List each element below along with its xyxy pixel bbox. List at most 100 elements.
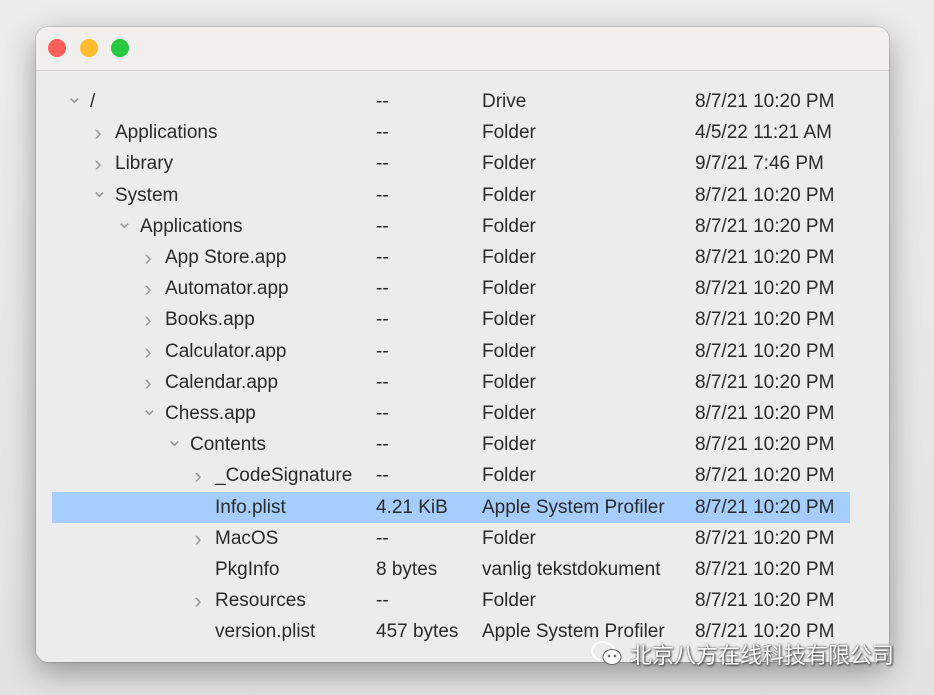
cell-size: -- [376, 122, 389, 144]
watermark-text: 北京八方在线科技有限公司 [630, 643, 895, 668]
cell-date: 9/7/21 7:46 PM [695, 153, 824, 175]
table-row[interactable]: › Applications -- Folder 4/5/22 11:21 AM [52, 117, 850, 148]
cell-kind: Folder [482, 153, 536, 175]
cell-kind: Folder [482, 278, 536, 300]
chevron-down-icon[interactable]: ⌄ [166, 429, 183, 460]
table-row[interactable]: ⌄ / -- Drive 8/7/21 10:20 PM [52, 86, 850, 117]
cell-date: 8/7/21 10:20 PM [695, 371, 835, 393]
cell-size: -- [376, 278, 389, 300]
cell-date: 8/7/21 10:20 PM [695, 91, 835, 112]
cell-name: Automator.app [165, 278, 289, 300]
cell-date: 4/5/22 11:21 AM [695, 122, 832, 144]
cell-kind: Apple System Profiler [482, 496, 665, 518]
cell-name: Calculator.app [165, 340, 287, 362]
cell-size: -- [376, 590, 389, 612]
close-button[interactable] [48, 39, 66, 57]
table-row[interactable]: › Calculator.app -- Folder 8/7/21 10:20 PM [52, 336, 850, 367]
cell-size: -- [376, 340, 389, 362]
table-row[interactable]: ⌄ Chess.app -- Folder 8/7/21 10:20 PM [52, 398, 850, 429]
table-row[interactable]: › Library -- Folder 9/7/21 7:46 PM [52, 148, 850, 179]
cell-size: -- [376, 403, 389, 424]
cell-name: Calendar.app [165, 371, 279, 393]
cell-date: 8/7/21 10:20 PM [695, 278, 835, 300]
cell-size: -- [376, 153, 389, 175]
table-row[interactable]: › Automator.app -- Folder 8/7/21 10:20 PM [52, 273, 850, 304]
cell-kind: Folder [482, 590, 536, 612]
cell-kind: Folder [482, 434, 536, 456]
cell-name: Info.plist [215, 496, 286, 518]
table-row[interactable]: › _CodeSignature -- Folder 8/7/21 10:20 PM [52, 460, 850, 491]
table-row[interactable]: › App Store.app -- Folder 8/7/21 10:20 PM [52, 242, 850, 273]
cell-name: Resources [215, 590, 306, 612]
chevron-right-icon[interactable]: › [141, 304, 155, 335]
cell-date: 8/7/21 10:20 PM [695, 527, 835, 549]
cell-kind: Folder [482, 122, 536, 144]
table-row[interactable]: ⌄ Contents -- Folder 8/7/21 10:20 PM [52, 429, 850, 460]
cell-date: 8/7/21 10:20 PM [695, 559, 835, 580]
cell-date: 8/7/21 10:20 PM [695, 434, 835, 456]
cell-date: 8/7/21 10:20 PM [695, 590, 835, 612]
cell-kind: Folder [482, 403, 536, 424]
cell-name: Library [115, 153, 174, 175]
cell-date: 8/7/21 10:20 PM [695, 247, 835, 268]
cell-name: Books.app [165, 309, 255, 331]
cell-name: Chess.app [165, 403, 256, 424]
cell-name: App Store.app [165, 247, 287, 268]
cell-kind: Folder [482, 184, 536, 206]
chevron-right-icon[interactable]: › [191, 585, 205, 616]
cell-kind: vanlig tekstdokument [482, 559, 661, 580]
cell-name: PkgInfo [215, 559, 280, 580]
cell-name: System [115, 184, 179, 206]
table-row[interactable]: › MacOS -- Folder 8/7/21 10:20 PM [52, 523, 850, 554]
cell-kind: Folder [482, 527, 536, 549]
chevron-down-icon[interactable]: ⌄ [116, 211, 133, 242]
cell-date: 8/7/21 10:20 PM [695, 403, 835, 424]
cell-date: 8/7/21 10:20 PM [695, 340, 835, 362]
cell-size: 4.21 KiB [376, 496, 448, 518]
cell-date: 8/7/21 10:20 PM [695, 465, 835, 487]
cell-kind: Folder [482, 465, 536, 487]
cell-size: -- [376, 184, 389, 206]
cell-size: -- [376, 465, 389, 487]
chevron-right-icon[interactable]: › [191, 460, 205, 491]
minimize-button[interactable] [80, 39, 98, 57]
chevron-right-icon[interactable]: › [141, 336, 155, 367]
chevron-down-icon[interactable]: ⌄ [66, 86, 83, 117]
table-row[interactable]: › Calendar.app -- Folder 8/7/21 10:20 PM [52, 367, 850, 398]
cell-size: -- [376, 434, 389, 456]
chevron-down-icon[interactable]: ⌄ [91, 180, 108, 211]
cell-kind: Drive [482, 91, 527, 112]
table-row[interactable]: › Books.app -- Folder 8/7/21 10:20 PM [52, 304, 850, 335]
cell-kind: Folder [482, 215, 536, 237]
cell-name: version.plist [215, 621, 316, 643]
cell-kind: Folder [482, 371, 536, 393]
table-row[interactable]: ⌄ Applications -- Folder 8/7/21 10:20 PM [52, 211, 850, 242]
table-row[interactable]: Info.plist 4.21 KiB Apple System Profiler 8… [52, 491, 850, 523]
table-row[interactable]: ⌄ System -- Folder 8/7/21 10:20 PM [52, 180, 850, 211]
cell-kind: Folder [482, 340, 536, 362]
cell-kind: Folder [482, 247, 536, 268]
chevron-right-icon[interactable]: › [141, 273, 155, 304]
cell-size: -- [376, 215, 389, 237]
cell-date: 8/7/21 10:20 PM [695, 309, 835, 331]
cell-size: -- [376, 247, 389, 268]
cell-name: Applications [140, 215, 243, 237]
chevron-right-icon[interactable]: › [141, 242, 155, 273]
cell-size: 8 bytes [376, 559, 438, 580]
cell-size: 457 bytes [376, 621, 459, 643]
cell-size: -- [376, 527, 389, 549]
table-row[interactable]: › Resources -- Folder 8/7/21 10:20 PM [52, 585, 850, 616]
zoom-button[interactable] [111, 39, 129, 57]
cell-name: / [90, 91, 96, 112]
chevron-right-icon[interactable]: › [191, 523, 205, 554]
cell-name: _CodeSignature [215, 465, 353, 487]
chevron-right-icon[interactable]: › [91, 148, 105, 179]
title-bar [36, 27, 889, 71]
table-row[interactable]: PkgInfo 8 bytes vanlig tekstdokument 8/7/21… [52, 554, 850, 585]
cell-name: Contents [190, 434, 267, 456]
chevron-right-icon[interactable]: › [141, 367, 155, 398]
cell-size: -- [376, 91, 389, 112]
cell-name: MacOS [215, 527, 279, 549]
chevron-down-icon[interactable]: ⌄ [141, 398, 158, 429]
chevron-right-icon[interactable]: › [91, 117, 105, 148]
